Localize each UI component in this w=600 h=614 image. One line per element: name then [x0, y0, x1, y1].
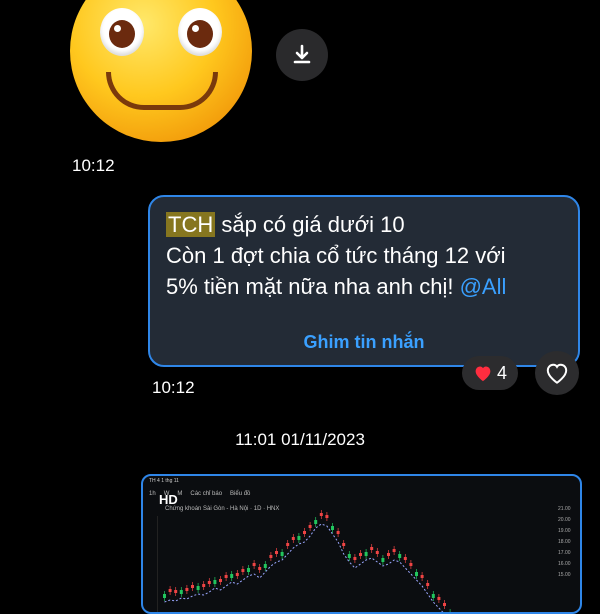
- react-button[interactable]: [535, 351, 579, 395]
- screenshot-candles: [163, 510, 451, 612]
- message-timestamp: 10:12: [72, 156, 115, 175]
- ticker-highlight: TCH: [166, 212, 216, 237]
- mention-all[interactable]: @All: [460, 274, 507, 299]
- message-line: 5% tiền mặt nữa nha anh chị! @All: [166, 274, 507, 299]
- left-eye: [100, 8, 144, 56]
- smiley-emoji-sticker[interactable]: [70, 0, 252, 142]
- date-separator: 11:01 01/11/2023: [235, 430, 365, 449]
- chart-screenshot-attachment[interactable]: TH 4 1 thg 11 1h W M Các chỉ báo Biểu đồ…: [141, 474, 582, 614]
- download-icon: [293, 44, 311, 64]
- reaction-count: 4: [496, 362, 507, 383]
- download-button[interactable]: [276, 29, 328, 81]
- message-bubble[interactable]: TCH sắp có giá dưới 10 Còn 1 đợt chia cổ…: [148, 195, 580, 367]
- reaction-pill[interactable]: 4: [462, 356, 518, 390]
- pin-message-button[interactable]: Ghim tin nhắn: [150, 332, 578, 353]
- red-heart-icon: [475, 366, 491, 382]
- right-eye: [178, 8, 222, 56]
- message-timestamp: 10:12: [152, 378, 195, 397]
- smile-mouth: [106, 72, 218, 110]
- message-line: Còn 1 đợt chia cổ tức tháng 12 với: [166, 243, 506, 268]
- heart-outline-icon: [546, 363, 568, 384]
- message-line: TCH sắp có giá dưới 10: [166, 212, 405, 237]
